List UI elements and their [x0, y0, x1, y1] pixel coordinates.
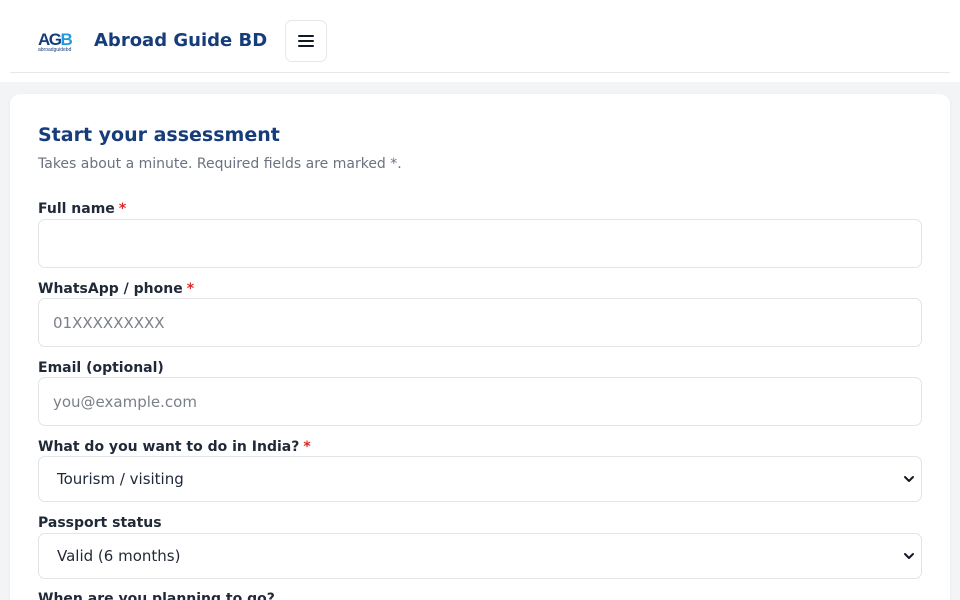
email-label: Email (optional) — [38, 360, 164, 376]
purpose-label: What do you want to do in India? * — [38, 439, 311, 455]
required-mark: * — [186, 281, 195, 297]
passport-select[interactable]: Valid (6 months) — [38, 533, 922, 579]
hamburger-icon — [298, 35, 314, 47]
menu-toggle-button[interactable] — [285, 20, 327, 62]
passport-label: Passport status — [38, 515, 162, 531]
chevron-down-icon — [904, 553, 914, 559]
form-title: Start your assessment — [38, 124, 280, 146]
phone-input[interactable] — [38, 298, 922, 347]
header-bar: AGB abroadguidebd Abroad Guide BD — [10, 0, 950, 73]
email-input[interactable] — [38, 377, 922, 426]
purpose-select[interactable]: Tourism / visiting — [38, 456, 922, 502]
assessment-form-card: Start your assessment Takes about a minu… — [10, 94, 950, 600]
phone-label: WhatsApp / phone * — [38, 281, 195, 297]
chevron-down-icon — [904, 476, 914, 482]
logo-subtext: abroadguidebd — [38, 47, 72, 53]
full-name-label: Full name * — [38, 201, 127, 217]
brand-logo-icon[interactable]: AGB abroadguidebd — [38, 29, 76, 53]
timing-label: When are you planning to go? — [38, 591, 275, 600]
purpose-selected-value: Tourism / visiting — [57, 470, 184, 488]
site-header: AGB abroadguidebd Abroad Guide BD — [0, 0, 960, 82]
full-name-input[interactable] — [38, 219, 922, 268]
passport-selected-value: Valid (6 months) — [57, 547, 181, 565]
required-mark: * — [303, 439, 311, 455]
form-subtitle: Takes about a minute. Required fields ar… — [38, 156, 402, 172]
required-mark: * — [118, 201, 127, 217]
brand-name[interactable]: Abroad Guide BD — [94, 30, 267, 52]
